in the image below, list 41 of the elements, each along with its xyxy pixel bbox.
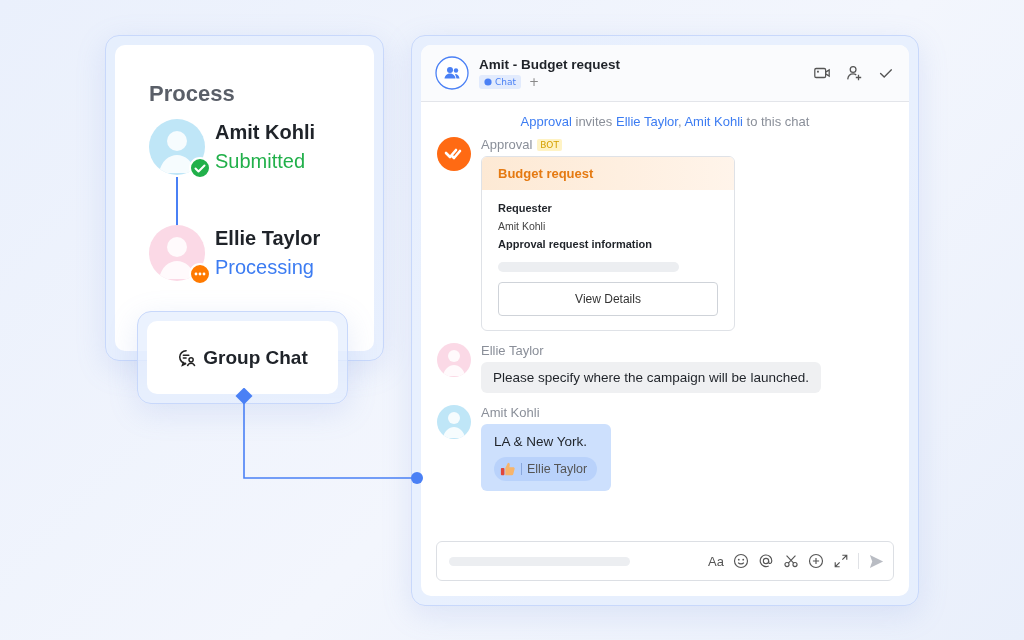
chat-title: Amit - Budget request [479, 57, 621, 72]
sender-name: Approval [481, 137, 533, 152]
scissors-icon[interactable] [783, 553, 799, 569]
system-notice: Approval invites Ellie Taylor, Amit Kohli to this chat [519, 114, 811, 129]
bot-avatar-icon [437, 137, 471, 171]
sender-name: Amit Kohli [481, 405, 540, 420]
emoji-icon[interactable] [733, 553, 749, 569]
name-link[interactable]: Approval [520, 114, 572, 129]
add-tab-button[interactable]: + [529, 75, 540, 89]
process-title: Process [149, 81, 236, 107]
name-link[interactable]: Amit Kohli [684, 114, 743, 129]
check-badge-icon [189, 157, 211, 179]
reaction-name: Ellie Taylor [527, 462, 588, 476]
mention-icon[interactable] [758, 553, 774, 569]
field-label: Requester [498, 202, 553, 214]
chat-tab[interactable]: Chat [479, 75, 522, 89]
person-name: Ellie Taylor [215, 227, 321, 250]
group-avatar-icon [435, 56, 469, 90]
reaction-chip[interactable]: Ellie Taylor [494, 457, 598, 481]
bot-badge: BOT [537, 138, 562, 151]
thumbs-up-icon [500, 461, 516, 477]
status-label: Submitted [215, 150, 307, 173]
message-text: LA & New York. [494, 434, 589, 449]
message-input[interactable]: Aa [436, 541, 894, 581]
card-title: Budget request [498, 166, 594, 181]
view-details-button[interactable]: View Details [498, 282, 718, 316]
field-value: Amit Kohli [498, 220, 547, 232]
chat-bubble-icon [484, 78, 492, 86]
message-text: Please specify where the campaign will be launched. [493, 370, 809, 385]
add-icon[interactable] [808, 553, 824, 569]
field-label: Approval request information [498, 238, 654, 250]
name-link[interactable]: Ellie Taylor [615, 114, 678, 129]
sender-name: Ellie Taylor [481, 343, 544, 358]
status-label: Processing [215, 256, 315, 279]
text-format-button[interactable]: Aa [708, 553, 724, 569]
more-badge-icon [189, 263, 211, 285]
add-person-icon[interactable] [845, 64, 863, 82]
expand-icon[interactable] [833, 553, 849, 569]
group-chat-button[interactable]: Group Chat [147, 321, 338, 394]
person-name: Amit Kohli [215, 121, 315, 144]
group-chat-icon [177, 347, 198, 368]
